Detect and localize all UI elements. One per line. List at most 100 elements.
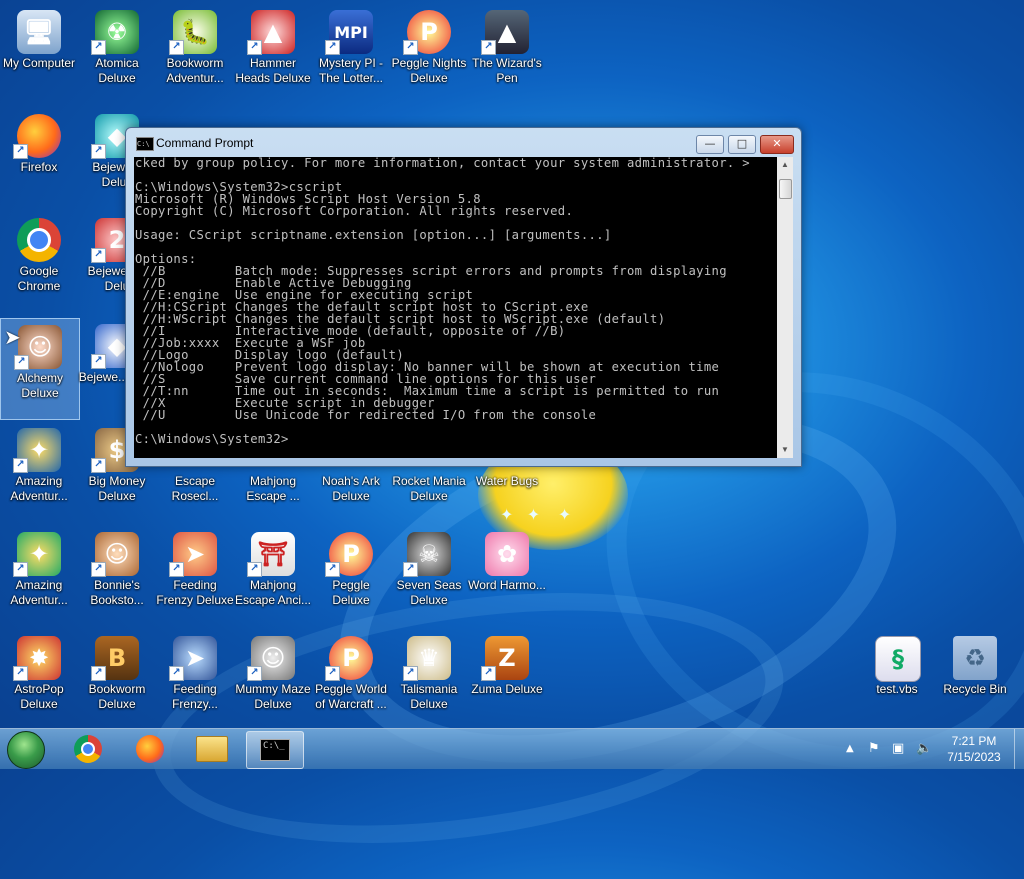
desktop-icon-feeding-frenzy-deluxe[interactable]: ➤ ↗ Feeding Frenzy Deluxe bbox=[156, 526, 234, 626]
desktop-icon-mummy-maze[interactable]: ☺ ↗ Mummy Maze Deluxe bbox=[234, 630, 312, 730]
desktop-icon-label: Firefox bbox=[20, 160, 58, 174]
desktop-icon-zuma-deluxe[interactable]: Z ↗ Zuma Deluxe bbox=[468, 630, 546, 730]
desktop-icon-wizards-pen[interactable]: ▲ ↗ The Wizard's Pen bbox=[468, 4, 546, 104]
shortcut-arrow-icon: ↗ bbox=[13, 458, 28, 473]
mouse-cursor-icon: ➤ bbox=[4, 325, 21, 349]
scroll-thumb[interactable] bbox=[779, 179, 792, 199]
desktop-icon-amazing-adventures-2[interactable]: ✦ ↗ Amazing Adventur... bbox=[0, 526, 78, 626]
desktop-icon-bonnies-bookstore[interactable]: ☺ ↗ Bonnie's Booksto... bbox=[78, 526, 156, 626]
desktop-icon-label: Alchemy Deluxe bbox=[16, 371, 63, 400]
shortcut-arrow-icon: ↗ bbox=[169, 562, 184, 577]
folder-icon bbox=[196, 736, 228, 762]
desktop-icon-talismania[interactable]: ♛ ↗ Talismania Deluxe bbox=[390, 630, 468, 730]
desktop-icon-label: The Wizard's Pen bbox=[472, 56, 542, 85]
scroll-up-icon[interactable]: ▲ bbox=[777, 157, 793, 173]
shortcut-arrow-icon: ↗ bbox=[325, 40, 340, 55]
desktop-icon-word-harmony[interactable]: ✿ Word Harmo... bbox=[468, 526, 546, 626]
computer-icon: 🖥 bbox=[17, 10, 61, 54]
shortcut-arrow-icon: ↗ bbox=[91, 562, 106, 577]
recycle-bin-icon: ♻ bbox=[953, 636, 997, 680]
desktop-icon-label: Google Chrome bbox=[17, 264, 61, 293]
shortcut-arrow-icon: ↗ bbox=[247, 562, 262, 577]
shortcut-arrow-icon: ↗ bbox=[403, 562, 418, 577]
firefox-icon bbox=[136, 735, 164, 763]
desktop-icon-mystery-pi[interactable]: MPI ↗ Mystery PI - The Lotter... bbox=[312, 4, 390, 104]
desktop-icon-firefox[interactable]: ↗ Firefox bbox=[0, 108, 78, 208]
shortcut-arrow-icon: ↗ bbox=[481, 666, 496, 681]
desktop-icon-label: Mahjong Escape ... bbox=[246, 474, 300, 503]
volume-icon[interactable]: 🔈 bbox=[916, 741, 932, 756]
desktop-icon-label: Big Money Deluxe bbox=[88, 474, 146, 503]
desktop-icon-label: test.vbs bbox=[876, 682, 918, 696]
flower-icon: ✿ bbox=[485, 532, 529, 576]
taskbar-cmd-button[interactable]: C:\_ bbox=[246, 731, 304, 769]
desktop-icon-label: Water Bugs bbox=[475, 474, 539, 488]
desktop-icon-mahjong-escape-ancient[interactable]: ⛩ ↗ Mahjong Escape Anci... bbox=[234, 526, 312, 626]
taskbar: C:\_ ▲ ⚑ ▣ 🔈 7:21 PM 7/15/2023 bbox=[0, 728, 1024, 769]
shortcut-arrow-icon: ↗ bbox=[13, 562, 28, 577]
desktop-icon-label: Bookworm Adventur... bbox=[166, 56, 224, 85]
shortcut-arrow-icon: ↗ bbox=[481, 40, 496, 55]
shortcut-arrow-icon: ↗ bbox=[91, 666, 106, 681]
desktop-icon-label: Hammer Heads Deluxe bbox=[235, 56, 311, 85]
desktop-icon-recycle-bin[interactable]: ♻ Recycle Bin bbox=[936, 630, 1014, 730]
shortcut-arrow-icon: ↗ bbox=[169, 40, 184, 55]
window-titlebar[interactable]: C:\ Command Prompt — □ ✕ bbox=[126, 128, 801, 158]
show-hidden-icon[interactable]: ▲ bbox=[846, 743, 854, 754]
desktop-icon-google-chrome[interactable]: Google Chrome bbox=[0, 212, 78, 312]
start-button[interactable] bbox=[7, 731, 45, 769]
shortcut-arrow-icon: ↗ bbox=[91, 40, 106, 55]
shortcut-arrow-icon: ↗ bbox=[247, 666, 262, 681]
desktop-icon-label: Peggle Nights Deluxe bbox=[391, 56, 467, 85]
shortcut-arrow-icon: ↗ bbox=[247, 40, 262, 55]
desktop-icon-my-computer[interactable]: 🖥 My Computer bbox=[0, 4, 78, 104]
show-desktop-button[interactable] bbox=[1014, 729, 1024, 769]
taskbar-firefox-button[interactable] bbox=[122, 731, 178, 767]
shortcut-arrow-icon: ↗ bbox=[325, 562, 340, 577]
shortcut-arrow-icon: ↗ bbox=[169, 666, 184, 681]
desktop-icon-bookworm-deluxe[interactable]: B ↗ Bookworm Deluxe bbox=[78, 630, 156, 730]
taskbar-chrome-button[interactable] bbox=[60, 731, 116, 767]
desktop-icon-label: AstroPop Deluxe bbox=[14, 682, 64, 711]
desktop-icon-label: Mummy Maze Deluxe bbox=[235, 682, 311, 711]
console-output[interactable]: cked by group policy. For more informati… bbox=[134, 157, 777, 458]
desktop-icon-label: Noah's Ark Deluxe bbox=[322, 474, 380, 503]
taskbar-explorer-button[interactable] bbox=[184, 731, 240, 767]
desktop-icon-seven-seas[interactable]: ☠ ↗ Seven Seas Deluxe bbox=[390, 526, 468, 626]
action-center-icon[interactable]: ⚑ bbox=[868, 741, 880, 756]
network-icon[interactable]: ▣ bbox=[892, 741, 904, 756]
desktop-icon-label: Peggle World of Warcraft ... bbox=[315, 682, 387, 711]
desktop-icon-bookworm-adventures[interactable]: 🐛 ↗ Bookworm Adventur... bbox=[156, 4, 234, 104]
desktop-icon-atomica-deluxe[interactable]: ☢ ↗ Atomica Deluxe bbox=[78, 4, 156, 104]
desktop-icon-test-vbs[interactable]: § test.vbs bbox=[858, 630, 936, 730]
maximize-button[interactable]: □ bbox=[728, 135, 756, 154]
desktop-icon-label: Zuma Deluxe bbox=[471, 682, 543, 696]
desktop-icon-feeding-frenzy[interactable]: ➤ ↗ Feeding Frenzy... bbox=[156, 630, 234, 730]
desktop-icon-label: Talismania Deluxe bbox=[400, 682, 458, 711]
close-button[interactable]: ✕ bbox=[760, 135, 794, 154]
desktop-icon-hammer-heads[interactable]: ▲ ↗ Hammer Heads Deluxe bbox=[234, 4, 312, 104]
command-prompt-window[interactable]: C:\ Command Prompt — □ ✕ cked by group p… bbox=[125, 127, 802, 467]
minimize-button[interactable]: — bbox=[696, 135, 724, 154]
cmd-icon: C:\_ bbox=[260, 739, 290, 761]
scroll-down-icon[interactable]: ▼ bbox=[777, 442, 793, 458]
desktop-icon-peggle-nights[interactable]: P ↗ Peggle Nights Deluxe bbox=[390, 4, 468, 104]
shortcut-arrow-icon: ↗ bbox=[91, 144, 106, 159]
desktop-icon-label: Bookworm Deluxe bbox=[88, 682, 146, 711]
desktop-icon-label: Escape Rosecl... bbox=[171, 474, 219, 503]
clock[interactable]: 7:21 PM 7/15/2023 bbox=[936, 733, 1012, 765]
clock-time: 7:21 PM bbox=[951, 734, 997, 748]
desktop-icon-peggle-wow[interactable]: P ↗ Peggle World of Warcraft ... bbox=[312, 630, 390, 730]
desktop-icon-astropop[interactable]: ✸ ↗ AstroPop Deluxe bbox=[0, 630, 78, 730]
vertical-scrollbar[interactable]: ▲ ▼ bbox=[777, 157, 793, 458]
desktop-icon-peggle-deluxe[interactable]: P ↗ Peggle Deluxe bbox=[312, 526, 390, 626]
desktop-icon-label: Atomica Deluxe bbox=[95, 56, 139, 85]
desktop-icon-label: Bonnie's Booksto... bbox=[90, 578, 144, 607]
desktop-icon-label: Mystery PI - The Lotter... bbox=[318, 56, 384, 85]
shortcut-arrow-icon: ↗ bbox=[91, 354, 106, 369]
desktop-icon-label: Rocket Mania Deluxe bbox=[392, 474, 466, 503]
shortcut-arrow-icon: ↗ bbox=[14, 355, 29, 370]
desktop-icon-amazing-adventures-1[interactable]: ✦ ↗ Amazing Adventur... bbox=[0, 422, 78, 522]
shortcut-arrow-icon: ↗ bbox=[91, 248, 106, 263]
clock-date: 7/15/2023 bbox=[947, 750, 1001, 764]
